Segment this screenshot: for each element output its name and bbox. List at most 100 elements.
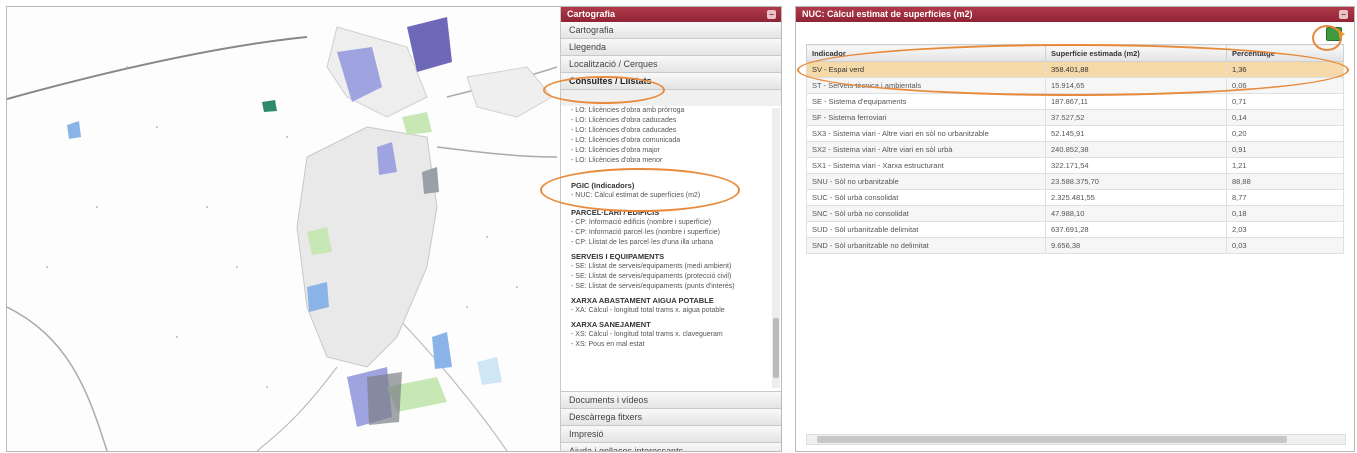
cell-superficie: 9.656,38 <box>1045 237 1227 254</box>
query-list-scrollbar[interactable] <box>772 108 780 388</box>
table-row[interactable]: SNU - Sòl no urbanitzable 23.588.375,70 88… <box>806 173 1344 190</box>
query-item[interactable]: - LO: Llicències d'obra menor <box>561 156 781 166</box>
cell-superficie: 187.867,11 <box>1045 93 1227 110</box>
cell-superficie: 23.588.375,70 <box>1045 173 1227 190</box>
cell-superficie: 637.691,28 <box>1045 221 1227 238</box>
table-row[interactable]: SF - Sistema ferroviari 37.527,52 0,14 <box>806 109 1344 126</box>
cell-superficie: 322.171,54 <box>1045 157 1227 174</box>
table-row[interactable]: SNC - Sòl urbà no consolidat 47.988,10 0,1… <box>806 205 1344 222</box>
table-header-row: Indicador Superfície estimada (m2) Perce… <box>806 44 1344 62</box>
column-header-percentatge[interactable]: Percentatge <box>1226 44 1344 62</box>
table-row[interactable]: ST - Serveis tècnica i ambientals 15.914,… <box>806 77 1344 94</box>
cell-superficie: 240.852,38 <box>1045 141 1227 158</box>
query-group-title: PGIC (Indicadors) <box>571 181 635 190</box>
cell-superficie: 358.401,88 <box>1045 61 1227 78</box>
section-impresio[interactable]: Impresió <box>561 426 781 443</box>
cell-superficie: 2.325.481,55 <box>1045 189 1227 206</box>
results-header: NUC: Càlcul estimat de superfícies (m2) … <box>796 7 1354 22</box>
table-row[interactable]: SX3 - Sistema viari - Altre viari en sòl… <box>806 125 1344 142</box>
panel-sections-bottom: Documents i vídeos Descàrrega fitxers Im… <box>561 392 781 451</box>
cell-percentatge: 1,36 <box>1226 61 1344 78</box>
cell-indicador: SNC - Sòl urbà no consolidat <box>806 205 1046 222</box>
query-item-nuc[interactable]: - NUC: Càlcul estimat de superfícies (m2… <box>561 191 781 201</box>
cell-percentatge: 0,91 <box>1226 141 1344 158</box>
section-documents[interactable]: Documents i vídeos <box>561 392 781 409</box>
table-row[interactable]: SE - Sistema d'equipaments 187.867,11 0,71 <box>806 93 1344 110</box>
results-header-title: NUC: Càlcul estimat de superfícies (m2) <box>802 9 973 19</box>
scrollbar-thumb[interactable] <box>817 436 1287 443</box>
query-group-pgic: PGIC (Indicadors) - NUC: Càlcul estimat … <box>561 180 781 201</box>
query-group-sanejament: XARXA SANEJAMENT - XS: Càlcul - longitud… <box>561 319 781 350</box>
query-group-title: PARCEL·LARI / EDIFICIS <box>571 208 660 217</box>
query-group-parcellari: PARCEL·LARI / EDIFICIS - CP: Informació … <box>561 207 781 248</box>
cell-indicador: SE - Sistema d'equipaments <box>806 93 1046 110</box>
query-item[interactable]: - SE: Llistat de serveis/equipaments (pu… <box>561 282 781 292</box>
cell-indicador: SV - Espai verd <box>806 61 1046 78</box>
query-group-aigua: XARXA ABASTAMENT AIGUA POTABLE - XA: Càl… <box>561 295 781 316</box>
query-item[interactable]: - LO: Llicències d'obra major <box>561 146 781 156</box>
cell-superficie: 52.145,91 <box>1045 125 1227 142</box>
query-item[interactable]: - XA: Càlcul - longitud total trams x. a… <box>561 306 781 316</box>
query-list: - LO: Llicències d'obra amb pròrroga - L… <box>561 106 781 392</box>
table-row[interactable]: SUD - Sòl urbanitzable delimitat 637.691,… <box>806 221 1344 238</box>
cell-percentatge: 0,71 <box>1226 93 1344 110</box>
table-row[interactable]: SX2 - Sistema viari - Altre viari en sòl… <box>806 141 1344 158</box>
cell-indicador: SUD - Sòl urbanitzable delimitat <box>806 221 1046 238</box>
query-item[interactable]: - XS: Càlcul - longitud total trams x. c… <box>561 330 781 340</box>
results-table: Indicador Superfície estimada (m2) Perce… <box>806 44 1344 254</box>
section-cartografia[interactable]: Cartografia <box>561 22 781 39</box>
query-item[interactable]: - CP: Llistat de les parcel·les d'una il… <box>561 238 781 248</box>
panel-sections-top: Cartografia Llegenda Localització / Cerq… <box>561 22 781 90</box>
scrollbar-thumb[interactable] <box>773 318 779 378</box>
results-toolbar <box>796 22 1354 44</box>
query-item[interactable]: - LO: Llicències d'obra caducades <box>561 126 781 136</box>
cell-percentatge: 0,14 <box>1226 109 1344 126</box>
export-icon[interactable] <box>1326 27 1345 41</box>
section-localitzacio[interactable]: Localització / Cerques <box>561 56 781 73</box>
cell-percentatge: 2,03 <box>1226 221 1344 238</box>
table-row[interactable]: SND - Sòl urbanitzable no delimitat 9.656… <box>806 237 1344 254</box>
query-item[interactable]: - SE: Llistat de serveis/equipaments (me… <box>561 262 781 272</box>
cell-superficie: 47.988,10 <box>1045 205 1227 222</box>
side-panel: Cartografia − Cartografia Llegenda Local… <box>560 7 781 451</box>
table-row[interactable]: SV - Espai verd 358.401,88 1,36 <box>806 61 1344 78</box>
table-row[interactable]: SUC - Sòl urbà consolidat 2.325.481,55 8,7… <box>806 189 1344 206</box>
cell-indicador: SUC - Sòl urbà consolidat <box>806 189 1046 206</box>
table-row[interactable]: SX1 - Sistema viari - Xarxa estructurant… <box>806 157 1344 174</box>
minimize-icon[interactable]: − <box>767 10 776 19</box>
section-ajuda[interactable]: Ajuda i enllaços interessants <box>561 443 781 451</box>
query-item[interactable]: - LO: Llicències d'obra caducades <box>561 116 781 126</box>
cell-percentatge: 88,88 <box>1226 173 1344 190</box>
query-item[interactable]: - SE: Llistat de serveis/equipaments (pr… <box>561 272 781 282</box>
query-group-title: XARXA ABASTAMENT AIGUA POTABLE <box>571 296 714 305</box>
cell-superficie: 15.914,65 <box>1045 77 1227 94</box>
query-item[interactable]: - CP: Informació parcel·les (nombre i su… <box>561 228 781 238</box>
query-item[interactable]: - LO: Llicències d'obra amb pròrroga <box>561 106 781 116</box>
query-group-title: SERVEIS I EQUIPAMENTS <box>571 252 665 261</box>
column-header-superficie[interactable]: Superfície estimada (m2) <box>1045 44 1227 62</box>
cell-percentatge: 0,03 <box>1226 237 1344 254</box>
section-descarrega[interactable]: Descàrrega fitxers <box>561 409 781 426</box>
minimize-icon[interactable]: − <box>1339 10 1348 19</box>
cell-indicador: SNU - Sòl no urbanitzable <box>806 173 1046 190</box>
query-group-title: XARXA SANEJAMENT <box>571 320 651 329</box>
map-viewer-window: Cartografia − Cartografia Llegenda Local… <box>6 6 782 452</box>
results-window: NUC: Càlcul estimat de superfícies (m2) … <box>795 6 1355 452</box>
cell-indicador: ST - Serveis tècnica i ambientals <box>806 77 1046 94</box>
query-item[interactable]: - LO: Llicències d'obra comunicada <box>561 136 781 146</box>
query-group-serveis: SERVEIS I EQUIPAMENTS - SE: Llistat de s… <box>561 251 781 292</box>
cell-percentatge: 1,21 <box>1226 157 1344 174</box>
cell-indicador: SX1 - Sistema viari - Xarxa estructurant <box>806 157 1046 174</box>
section-consultes[interactable]: Consultes / Llistats <box>561 73 781 90</box>
query-item[interactable]: - XS: Pous en mal estat <box>561 340 781 350</box>
query-group-lo: - LO: Llicències d'obra amb pròrroga - L… <box>561 106 781 166</box>
horizontal-scrollbar[interactable] <box>806 434 1346 445</box>
query-item[interactable]: - CP: Informació edificis (nombre i supe… <box>561 218 781 228</box>
panel-header: Cartografia − <box>561 7 781 22</box>
city-map[interactable] <box>7 7 557 451</box>
cell-superficie: 37.527,52 <box>1045 109 1227 126</box>
section-llegenda[interactable]: Llegenda <box>561 39 781 56</box>
cell-percentatge: 0,18 <box>1226 205 1344 222</box>
cell-indicador: SND - Sòl urbanitzable no delimitat <box>806 237 1046 254</box>
column-header-indicador[interactable]: Indicador <box>806 44 1046 62</box>
